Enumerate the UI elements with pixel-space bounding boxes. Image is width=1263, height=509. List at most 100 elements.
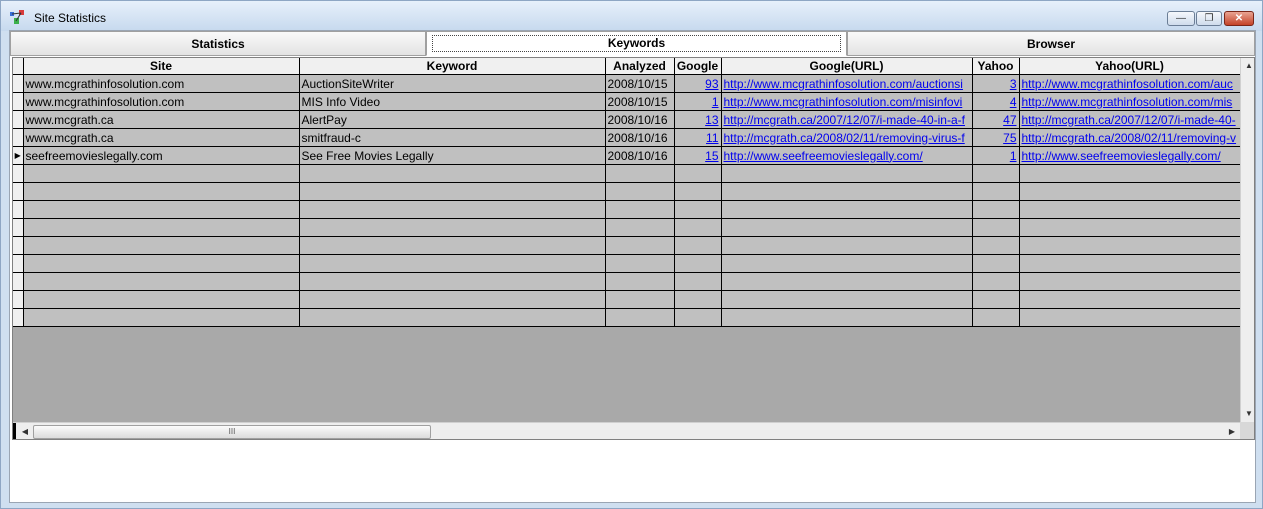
empty-table-row[interactable] xyxy=(13,164,1241,183)
cell-site[interactable] xyxy=(23,254,300,273)
cell-google-rank[interactable]: 1 xyxy=(674,92,722,111)
cell-site[interactable]: www.mcgrathinfosolution.com xyxy=(23,74,300,93)
cell-keyword[interactable] xyxy=(299,254,606,273)
cell-google-rank[interactable] xyxy=(674,308,722,327)
link[interactable]: 1 xyxy=(712,95,719,109)
cell-yahoo-url[interactable] xyxy=(1019,218,1241,237)
cell-google-url[interactable] xyxy=(721,272,973,291)
cell-yahoo-rank[interactable] xyxy=(972,254,1020,273)
row-selector[interactable] xyxy=(13,236,24,255)
table-row[interactable]: www.mcgrath.ca smitfraud-c 2008/10/16 11 htt… xyxy=(13,128,1241,147)
link[interactable]: 75 xyxy=(1003,131,1016,145)
cell-keyword[interactable] xyxy=(299,308,606,327)
cell-analyzed[interactable]: 2008/10/16 xyxy=(605,110,675,129)
row-selector[interactable] xyxy=(13,164,24,183)
cell-google-url[interactable] xyxy=(721,164,973,183)
column-header-keyword[interactable]: Keyword xyxy=(299,58,606,75)
tab-keywords[interactable]: Keywords xyxy=(426,31,847,56)
empty-table-row[interactable] xyxy=(13,200,1241,219)
cell-google-url[interactable] xyxy=(721,290,973,309)
empty-table-row[interactable] xyxy=(13,254,1241,273)
row-selector[interactable] xyxy=(13,92,24,111)
scroll-right-arrow-icon[interactable]: ▶ xyxy=(1224,423,1240,439)
horizontal-scroll-thumb[interactable]: III xyxy=(33,425,431,439)
link[interactable]: 13 xyxy=(705,113,718,127)
cell-site[interactable] xyxy=(23,218,300,237)
cell-site[interactable] xyxy=(23,272,300,291)
link[interactable]: 11 xyxy=(706,131,718,145)
cell-yahoo-rank[interactable] xyxy=(972,200,1020,219)
link[interactable]: http://www.mcgrathinfosolution.com/auc xyxy=(1022,77,1233,91)
row-selector[interactable] xyxy=(13,110,24,129)
cell-google-url[interactable]: http://www.mcgrathinfosolution.com/misin… xyxy=(721,92,973,111)
cell-yahoo-rank[interactable] xyxy=(972,218,1020,237)
cell-analyzed[interactable] xyxy=(605,290,675,309)
empty-table-row[interactable] xyxy=(13,272,1241,291)
cell-keyword[interactable] xyxy=(299,218,606,237)
link[interactable]: 4 xyxy=(1010,95,1017,109)
close-button[interactable]: ✕ xyxy=(1224,11,1254,26)
cell-yahoo-url[interactable] xyxy=(1019,236,1241,255)
cell-google-url[interactable] xyxy=(721,218,973,237)
cell-analyzed[interactable] xyxy=(605,272,675,291)
cell-analyzed[interactable] xyxy=(605,200,675,219)
cell-yahoo-url[interactable]: http://mcgrath.ca/2007/12/07/i-made-40- xyxy=(1019,110,1241,129)
cell-analyzed[interactable]: 2008/10/15 xyxy=(605,74,675,93)
cell-keyword[interactable] xyxy=(299,200,606,219)
link[interactable]: http://mcgrath.ca/2007/12/07/i-made-40-i… xyxy=(724,113,965,127)
cell-site[interactable]: seefreemovieslegally.com xyxy=(23,146,300,165)
horizontal-scrollbar[interactable]: ◀ III ▶ xyxy=(13,422,1240,439)
cell-google-rank[interactable] xyxy=(674,218,722,237)
link[interactable]: 47 xyxy=(1003,113,1016,127)
cell-analyzed[interactable] xyxy=(605,164,675,183)
cell-site[interactable] xyxy=(23,308,300,327)
vertical-scrollbar[interactable]: ▲ ▼ xyxy=(1240,58,1254,422)
scroll-up-arrow-icon[interactable]: ▲ xyxy=(1241,58,1254,74)
cell-analyzed[interactable] xyxy=(605,236,675,255)
cell-site[interactable]: www.mcgrath.ca xyxy=(23,128,300,147)
cell-google-rank[interactable]: 15 xyxy=(674,146,722,165)
link[interactable]: http://mcgrath.ca/2008/02/11/removing-v xyxy=(1022,131,1237,145)
cell-yahoo-rank[interactable] xyxy=(972,182,1020,201)
empty-table-row[interactable] xyxy=(13,218,1241,237)
cell-google-url[interactable] xyxy=(721,308,973,327)
column-header-google[interactable]: Google xyxy=(674,58,722,75)
cell-yahoo-url[interactable] xyxy=(1019,308,1241,327)
cell-google-url[interactable] xyxy=(721,200,973,219)
link[interactable]: 1 xyxy=(1010,149,1017,163)
cell-google-url[interactable] xyxy=(721,254,973,273)
cell-site[interactable] xyxy=(23,290,300,309)
table-row[interactable]: www.mcgrathinfosolution.com AuctionSiteWr… xyxy=(13,74,1241,93)
column-header-yahoo[interactable]: Yahoo xyxy=(972,58,1020,75)
link[interactable]: 15 xyxy=(705,149,718,163)
cell-yahoo-rank[interactable]: 3 xyxy=(972,74,1020,93)
cell-google-rank[interactable] xyxy=(674,272,722,291)
tab-browser[interactable]: Browser xyxy=(847,31,1255,56)
scroll-left-arrow-icon[interactable]: ◀ xyxy=(17,423,33,439)
cell-analyzed[interactable] xyxy=(605,308,675,327)
row-selector[interactable]: ▶ xyxy=(13,146,24,165)
cell-yahoo-url[interactable] xyxy=(1019,272,1241,291)
cell-keyword[interactable] xyxy=(299,182,606,201)
link[interactable]: http://www.seefreemovieslegally.com/ xyxy=(1022,149,1221,163)
cell-yahoo-rank[interactable] xyxy=(972,236,1020,255)
cell-keyword[interactable] xyxy=(299,272,606,291)
row-selector[interactable] xyxy=(13,254,24,273)
row-selector[interactable] xyxy=(13,74,24,93)
cell-yahoo-url[interactable]: http://www.mcgrathinfosolution.com/mis xyxy=(1019,92,1241,111)
cell-google-rank[interactable] xyxy=(674,290,722,309)
link[interactable]: 3 xyxy=(1010,77,1017,91)
link[interactable]: http://www.mcgrathinfosolution.com/aucti… xyxy=(724,77,963,91)
empty-table-row[interactable] xyxy=(13,290,1241,309)
cell-yahoo-rank[interactable] xyxy=(972,290,1020,309)
cell-google-rank[interactable] xyxy=(674,164,722,183)
cell-yahoo-rank[interactable]: 75 xyxy=(972,128,1020,147)
cell-yahoo-url[interactable]: http://www.seefreemovieslegally.com/ xyxy=(1019,146,1241,165)
link[interactable]: http://www.mcgrathinfosolution.com/mis xyxy=(1022,95,1233,109)
cell-yahoo-url[interactable] xyxy=(1019,182,1241,201)
cell-analyzed[interactable] xyxy=(605,218,675,237)
table-row[interactable]: www.mcgrath.ca AlertPay 2008/10/16 13 http:/… xyxy=(13,110,1241,129)
row-selector[interactable] xyxy=(13,290,24,309)
row-selector[interactable] xyxy=(13,128,24,147)
cell-keyword[interactable] xyxy=(299,236,606,255)
